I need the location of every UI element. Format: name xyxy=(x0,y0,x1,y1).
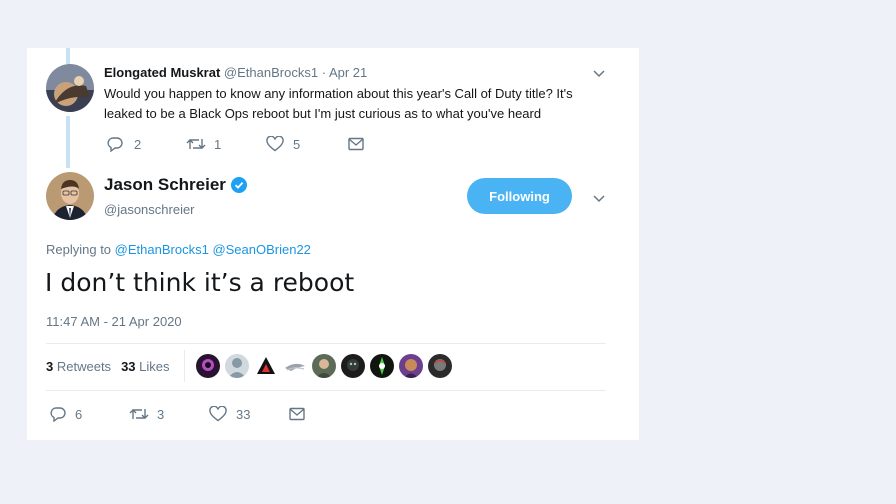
retweets-stat-count: 3 xyxy=(46,359,54,374)
retweet-button[interactable]: 3 xyxy=(129,406,209,422)
verified-badge-icon xyxy=(231,177,247,198)
likes-stat-label: Likes xyxy=(139,359,170,374)
reply-text: Would you happen to know any information… xyxy=(104,86,573,121)
tweet-stats: 3 Retweets 33 Likes xyxy=(46,359,170,374)
likes-stat-count: 33 xyxy=(121,359,136,374)
message-icon xyxy=(289,407,305,421)
retweet-count: 3 xyxy=(157,406,165,422)
tweet-timestamp[interactable]: 11:47 AM - 21 Apr 2020 xyxy=(46,314,182,329)
separator-dot: · xyxy=(321,65,327,80)
reply-icon xyxy=(106,136,124,152)
chevron-down-icon[interactable] xyxy=(592,66,606,80)
reply-count: 6 xyxy=(75,406,83,422)
liker-avatar[interactable] xyxy=(283,354,307,378)
retweets-stat-label: Retweets xyxy=(56,359,112,374)
reply-button[interactable]: 2 xyxy=(106,136,186,152)
message-icon xyxy=(348,137,364,151)
retweet-count: 1 xyxy=(214,136,222,152)
liker-avatars xyxy=(196,354,457,378)
reply-author-name[interactable]: Elongated Muskrat xyxy=(104,65,220,80)
liker-avatar[interactable] xyxy=(312,354,336,378)
divider xyxy=(46,343,606,344)
reply-author-avatar[interactable] xyxy=(46,64,94,112)
main-author-avatar[interactable] xyxy=(46,172,94,220)
liker-avatar[interactable] xyxy=(428,354,452,378)
retweet-icon xyxy=(129,406,149,422)
message-button[interactable] xyxy=(289,407,305,421)
mention-link[interactable]: @EthanBrocks1 xyxy=(115,242,209,257)
message-button[interactable] xyxy=(348,137,364,151)
stats-separator xyxy=(184,350,185,382)
reply-actions: 2 1 5 xyxy=(106,136,364,152)
replying-prefix: Replying to xyxy=(46,242,112,257)
divider xyxy=(46,390,606,391)
like-count: 33 xyxy=(236,406,251,422)
reply-header: Elongated Muskrat @EthanBrocks1 · Apr 21 xyxy=(104,65,367,80)
like-icon xyxy=(209,406,227,422)
chevron-down-icon[interactable] xyxy=(592,191,606,205)
like-icon xyxy=(266,136,284,152)
liker-avatar[interactable] xyxy=(341,354,365,378)
reply-count: 2 xyxy=(134,136,142,152)
mention-link[interactable]: @SeanOBrien22 xyxy=(212,242,310,257)
retweet-button[interactable]: 1 xyxy=(186,136,266,152)
main-actions: 6 3 33 xyxy=(49,406,305,422)
reply-date[interactable]: Apr 21 xyxy=(329,65,367,80)
main-author-name[interactable]: Jason Schreier xyxy=(104,175,226,195)
thread-line-connector xyxy=(66,116,70,168)
replying-to: Replying to @EthanBrocks1 @SeanOBrien22 xyxy=(46,242,311,257)
reply-author-handle[interactable]: @EthanBrocks1 xyxy=(224,65,318,80)
reply-button[interactable]: 6 xyxy=(49,406,129,422)
liker-avatar[interactable] xyxy=(225,354,249,378)
retweet-icon xyxy=(186,136,206,152)
liker-avatar[interactable] xyxy=(254,354,278,378)
reply-icon xyxy=(49,406,67,422)
liker-avatar[interactable] xyxy=(370,354,394,378)
main-tweet-text: I don’t think it’s a reboot xyxy=(45,268,355,297)
main-author-handle[interactable]: @jasonschreier xyxy=(104,202,195,217)
liker-avatar[interactable] xyxy=(196,354,220,378)
retweets-stat[interactable]: 3 Retweets xyxy=(46,359,111,374)
like-button[interactable]: 5 xyxy=(266,136,348,152)
likes-stat[interactable]: 33 Likes xyxy=(121,359,169,374)
thread-line-top xyxy=(66,48,70,64)
following-button[interactable]: Following xyxy=(467,178,572,214)
liker-avatar[interactable] xyxy=(399,354,423,378)
like-button[interactable]: 33 xyxy=(209,406,289,422)
like-count: 5 xyxy=(293,136,301,152)
